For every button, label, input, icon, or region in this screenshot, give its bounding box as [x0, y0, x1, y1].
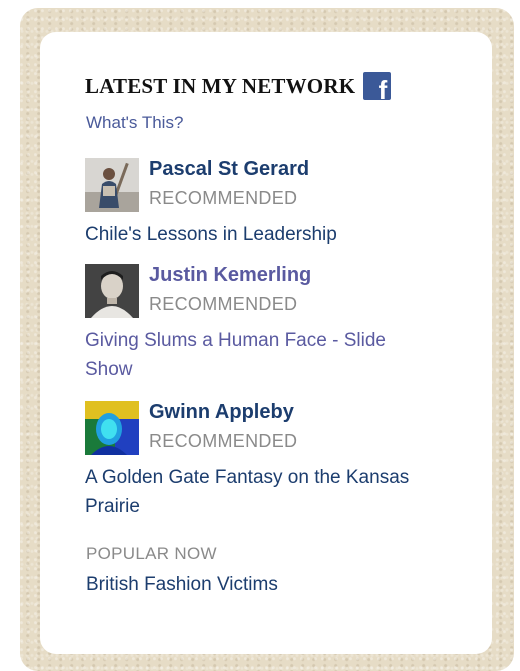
avatar[interactable]	[85, 158, 139, 212]
person-name-link[interactable]: Pascal St Gerard	[149, 158, 309, 181]
recommended-label: RECOMMENDED	[149, 431, 298, 451]
recommended-label: RECOMMENDED	[149, 294, 298, 314]
popular-now-heading: POPULAR NOW	[86, 544, 217, 563]
widget-header: LATEST IN MY NETWORK f	[85, 72, 392, 105]
avatar[interactable]	[85, 401, 139, 455]
avatar[interactable]	[85, 264, 139, 318]
facebook-f-glyph: f	[378, 75, 388, 105]
story-link[interactable]: A Golden Gate Fantasy on the Kansas Prai…	[85, 463, 415, 521]
popular-story-link[interactable]: British Fashion Victims	[86, 574, 278, 596]
story-link[interactable]: Chile's Lessons in Leadership	[85, 220, 415, 249]
recommended-label: RECOMMENDED	[149, 188, 298, 208]
story-link[interactable]: Giving Slums a Human Face - Slide Show	[85, 326, 415, 384]
facebook-icon[interactable]: f	[363, 72, 392, 105]
person-name-link[interactable]: Gwinn Appleby	[149, 401, 294, 424]
widget-title: LATEST IN MY NETWORK	[85, 73, 356, 98]
person-name-link[interactable]: Justin Kemerling	[149, 264, 311, 287]
whats-this-link[interactable]: What's This?	[86, 113, 183, 133]
